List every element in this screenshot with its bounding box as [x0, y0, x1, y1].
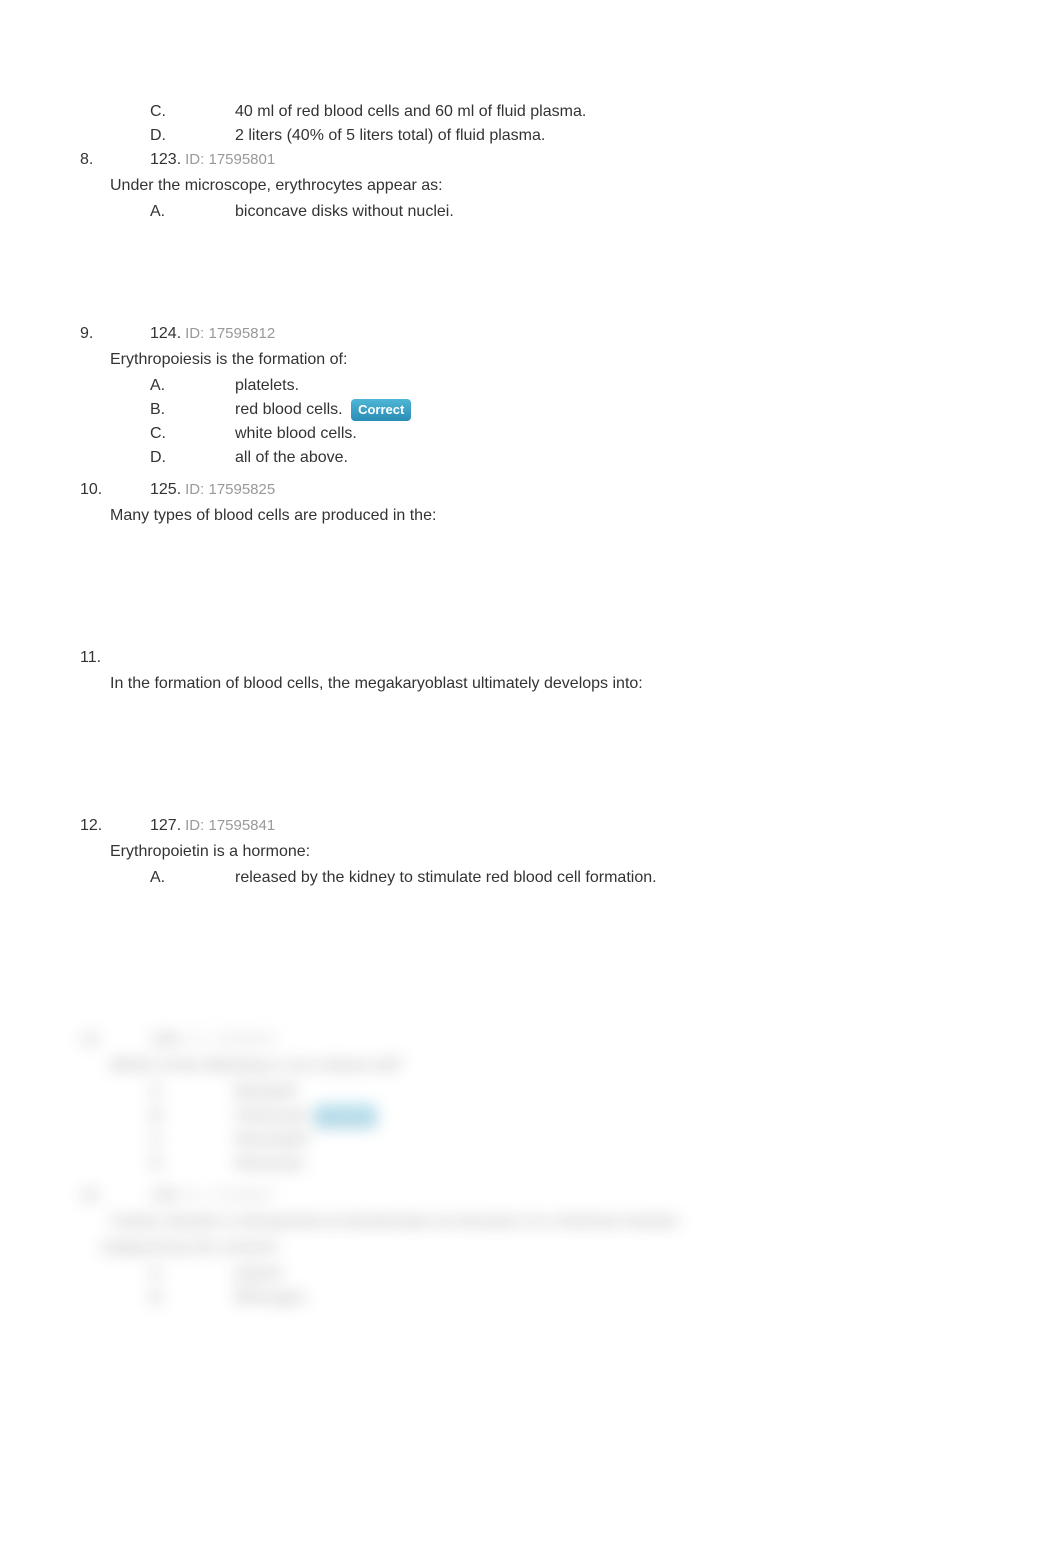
inner-number: 127. [150, 814, 181, 838]
outer-number: 8. [80, 148, 150, 172]
option-letter: D. [150, 446, 235, 470]
option-letter: A. [150, 866, 235, 890]
outer-number: 11. [80, 646, 150, 670]
question-stem: Erythropoietin is a hormone: [110, 840, 982, 864]
question-id: ID: 17595841 [185, 815, 275, 838]
answer-option: D. all of the above. [150, 446, 982, 470]
answer-option: D. 2 liters (40% of 5 liters total) of f… [150, 124, 982, 148]
question-header: 12. 127. ID: 17595841 [80, 814, 982, 838]
question-id: ID: 17595825 [185, 479, 275, 502]
answer-option: C. white blood cells. [150, 422, 982, 446]
question-12: 12. 127. ID: 17595841 Erythropoietin is … [80, 814, 982, 890]
correct-badge: Correct [351, 399, 411, 421]
answer-option: B. red blood cells. Correct [150, 398, 982, 422]
question-stem: Under the microscope, erythrocytes appea… [110, 174, 982, 198]
outer-number: 9. [80, 322, 150, 346]
question-14-blurred: 14. 129. ID: 17595857 Carbon dioxide is … [80, 1184, 982, 1310]
option-text: all of the above. [235, 446, 982, 470]
option-text: platelets. [235, 374, 982, 398]
inner-number: 124. [150, 322, 181, 346]
spacer [80, 704, 982, 814]
option-letter: D. [150, 124, 235, 148]
answer-option: A. platelets. [150, 374, 982, 398]
question-header: 8. 123. ID: 17595801 [80, 148, 982, 172]
leading-options: C. 40 ml of red blood cells and 60 ml of… [80, 100, 982, 148]
spacer [80, 232, 982, 322]
option-text-inner: red blood cells. [235, 401, 343, 418]
locked-content: 13. 128. ID: 17595849 Which of the follo… [80, 1028, 982, 1310]
question-header: 11. [80, 646, 982, 670]
question-stem: Many types of blood cells are produced i… [110, 504, 982, 528]
answer-option: A. biconcave disks without nuclei. [150, 200, 982, 224]
question-9: 9. 124. ID: 17595812 Erythropoiesis is t… [80, 322, 982, 470]
option-letter: C. [150, 100, 235, 124]
question-10: 10. 125. ID: 17595825 Many types of bloo… [80, 478, 982, 528]
option-letter: B. [150, 398, 235, 422]
spacer [80, 536, 982, 646]
answer-option: A. released by the kidney to stimulate r… [150, 866, 982, 890]
question-stem: In the formation of blood cells, the meg… [110, 672, 982, 696]
question-id: ID: 17595801 [185, 149, 275, 172]
option-letter: C. [150, 422, 235, 446]
outer-number: 10. [80, 478, 150, 502]
question-11: 11. In the formation of blood cells, the… [80, 646, 982, 696]
option-text: 2 liters (40% of 5 liters total) of flui… [235, 124, 982, 148]
option-text: 40 ml of red blood cells and 60 ml of fl… [235, 100, 982, 124]
option-text: released by the kidney to stimulate red … [235, 866, 982, 890]
question-header: 10. 125. ID: 17595825 [80, 478, 982, 502]
option-letter: A. [150, 200, 235, 224]
outer-number: 12. [80, 814, 150, 838]
option-text: white blood cells. [235, 422, 982, 446]
question-13-blurred: 13. 128. ID: 17595849 Which of the follo… [80, 1028, 982, 1176]
question-stem: Erythropoiesis is the formation of: [110, 348, 982, 372]
option-text: red blood cells. Correct [235, 398, 982, 422]
spacer [80, 898, 982, 1028]
question-8: 8. 123. ID: 17595801 Under the microscop… [80, 148, 982, 224]
answer-option: C. 40 ml of red blood cells and 60 ml of… [150, 100, 982, 124]
option-text: biconcave disks without nuclei. [235, 200, 982, 224]
option-letter: A. [150, 374, 235, 398]
question-id: ID: 17595812 [185, 323, 275, 346]
inner-number: 123. [150, 148, 181, 172]
inner-number: 125. [150, 478, 181, 502]
question-header: 9. 124. ID: 17595812 [80, 322, 982, 346]
